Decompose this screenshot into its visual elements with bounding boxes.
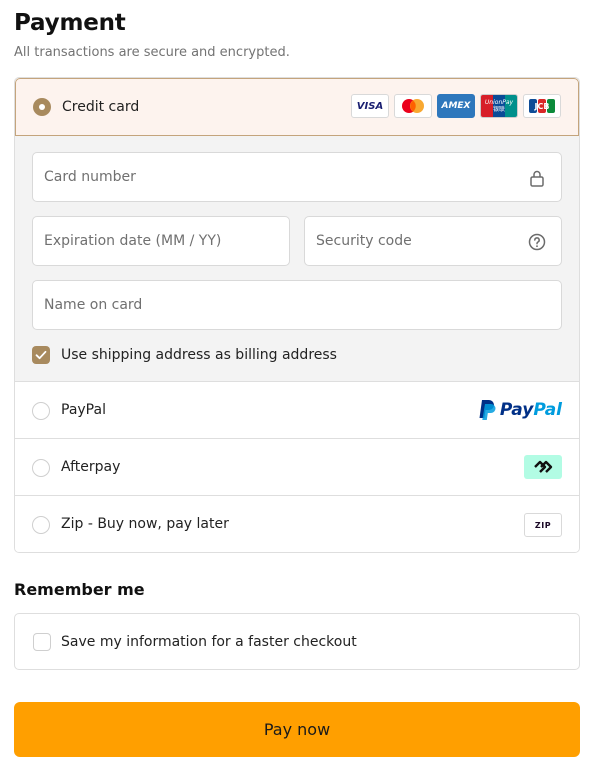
jcb-logo: JCB	[523, 94, 561, 118]
mastercard-logo	[394, 94, 432, 118]
visa-logo-text: VISA	[356, 100, 384, 112]
unionpay-logo-cn-text: 银联	[492, 106, 505, 113]
zip-label: Zip - Buy now, pay later	[61, 516, 229, 532]
paypal-icon	[479, 400, 496, 420]
zip-radio[interactable]	[32, 516, 50, 534]
card-number-field[interactable]: Card number	[32, 152, 562, 202]
afterpay-logo	[524, 455, 562, 479]
billing-address-checkbox[interactable]	[32, 346, 50, 364]
zip-logo: ZIP	[524, 513, 562, 537]
save-info-box[interactable]: Save my information for a faster checkou…	[14, 613, 580, 670]
security-code-placeholder: Security code	[316, 233, 412, 249]
paypal-label: PayPal	[61, 402, 106, 418]
page-title: Payment	[14, 10, 126, 36]
paypal-logo-text-pal: Pal	[533, 400, 562, 420]
card-details-panel: Card number Expiration date (MM / YY) Se…	[15, 136, 579, 382]
amex-logo-text: AMEX	[441, 101, 471, 111]
credit-card-radio[interactable]	[33, 98, 51, 116]
save-info-label: Save my information for a faster checkou…	[61, 634, 357, 650]
name-on-card-placeholder: Name on card	[44, 297, 143, 313]
paypal-logo: PayPal	[478, 399, 562, 421]
pay-now-button[interactable]: Pay now	[14, 702, 580, 757]
paypal-logo-text-pay: Pay	[499, 400, 534, 420]
expiration-date-field[interactable]: Expiration date (MM / YY)	[32, 216, 290, 266]
name-on-card-field[interactable]: Name on card	[32, 280, 562, 330]
afterpay-label: Afterpay	[61, 459, 121, 475]
remember-me-heading: Remember me	[14, 580, 145, 599]
zip-logo-text: ZIP	[534, 520, 552, 530]
afterpay-radio[interactable]	[32, 459, 50, 477]
billing-address-label: Use shipping address as billing address	[61, 347, 337, 363]
help-icon[interactable]	[527, 232, 547, 252]
expiration-placeholder: Expiration date (MM / YY)	[44, 233, 222, 249]
credit-card-label: Credit card	[62, 99, 140, 115]
lock-icon	[530, 170, 544, 187]
checkmark-icon	[35, 350, 47, 360]
amex-logo: AMEX	[437, 94, 475, 118]
option-credit-card[interactable]: Credit card VISA AMEX UnionPay 银联 JCB	[15, 78, 579, 136]
afterpay-icon	[534, 460, 553, 473]
visa-logo: VISA	[351, 94, 389, 118]
security-code-field[interactable]: Security code	[304, 216, 562, 266]
card-brand-logos: VISA AMEX UnionPay 银联 JCB	[351, 94, 561, 118]
page-subtitle: All transactions are secure and encrypte…	[14, 45, 290, 60]
paypal-radio[interactable]	[32, 402, 50, 420]
mastercard-icon	[402, 99, 424, 113]
option-paypal[interactable]: PayPal PayPal	[15, 382, 579, 439]
save-info-checkbox[interactable]	[33, 633, 51, 651]
jcb-logo-text: JCB	[534, 101, 550, 111]
unionpay-logo: UnionPay 银联	[480, 94, 518, 118]
payment-methods-box: Credit card VISA AMEX UnionPay 银联 JCB Ca…	[14, 77, 580, 553]
card-number-placeholder: Card number	[44, 169, 136, 185]
option-zip[interactable]: Zip - Buy now, pay later ZIP	[15, 496, 579, 552]
unionpay-logo-text: UnionPay	[484, 99, 514, 106]
option-afterpay[interactable]: Afterpay	[15, 439, 579, 496]
